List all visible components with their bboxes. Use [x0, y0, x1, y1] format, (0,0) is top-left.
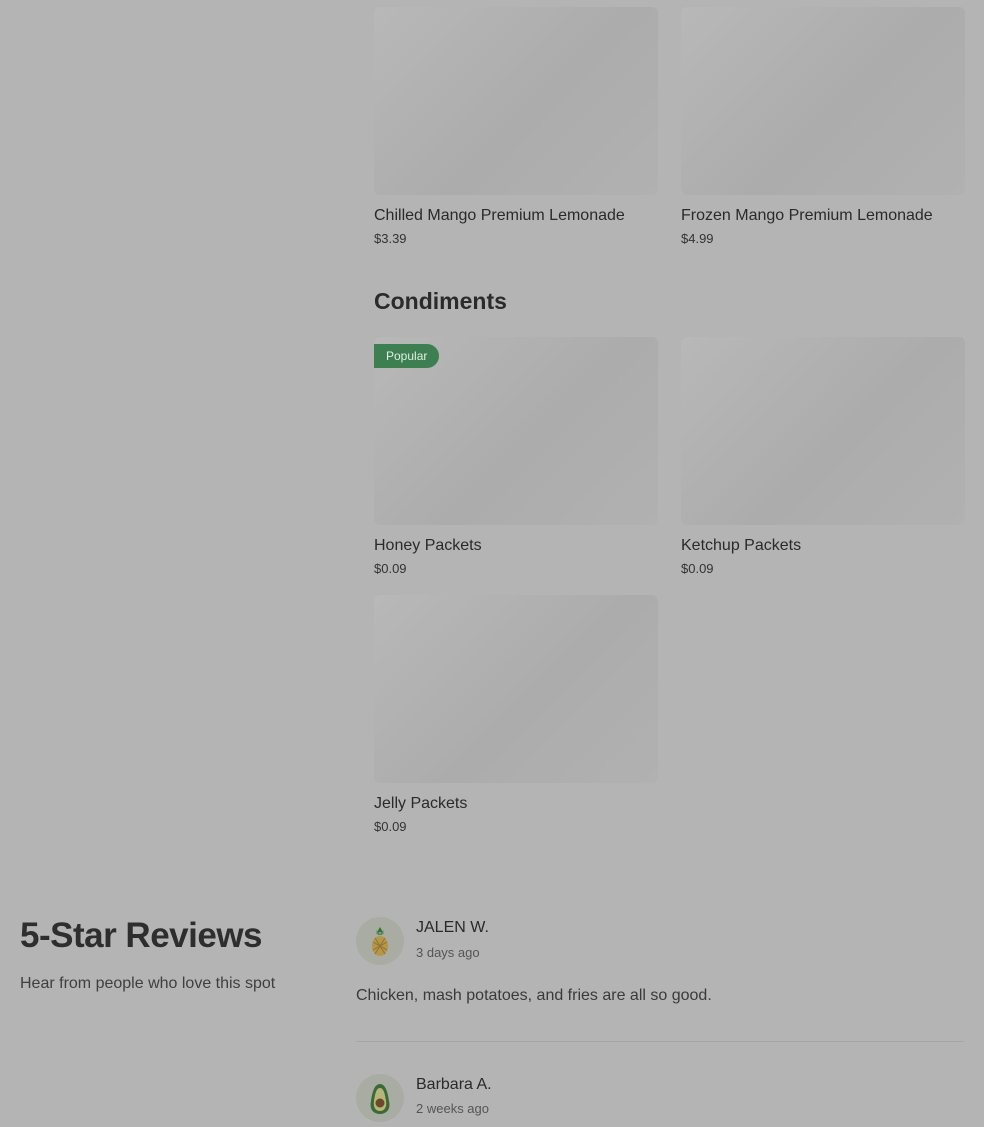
divider [356, 1041, 964, 1042]
menu-item-card[interactable]: Frozen Mango Premium Lemonade $4.99 [681, 7, 965, 246]
menu-item-card[interactable]: Ketchup Packets $0.09 [681, 337, 965, 576]
menu-item-card[interactable]: Jelly Packets $0.09 [374, 595, 658, 834]
item-image[interactable] [681, 337, 965, 525]
review-text: Chicken, mash potatoes, and fries are al… [356, 987, 712, 1004]
avatar [356, 1074, 404, 1122]
avatar [356, 917, 404, 965]
pineapple-icon [372, 927, 388, 956]
reviews-subtitle: Hear from people who love this spot [20, 975, 276, 992]
item-name: Chilled Mango Premium Lemonade [374, 207, 625, 224]
avocado-icon [370, 1084, 390, 1114]
item-image[interactable] [374, 595, 658, 783]
review-time: 3 days ago [416, 945, 480, 960]
reviewer-name: Barbara A. [416, 1076, 492, 1093]
item-image[interactable]: Popular [374, 337, 658, 525]
item-price: $0.09 [681, 561, 714, 576]
item-image[interactable] [374, 7, 658, 195]
item-price: $0.09 [374, 819, 407, 834]
section-title-condiments: Condiments [374, 288, 507, 314]
item-image[interactable] [681, 7, 965, 195]
reviews-title: 5-Star Reviews [20, 916, 263, 955]
menu-item-card[interactable]: Chilled Mango Premium Lemonade $3.39 [374, 7, 658, 246]
item-name: Frozen Mango Premium Lemonade [681, 207, 933, 224]
item-name: Jelly Packets [374, 795, 468, 812]
item-name: Honey Packets [374, 537, 482, 554]
item-price: $0.09 [374, 561, 407, 576]
popular-badge: Popular [374, 344, 440, 368]
menu-item-card[interactable]: Popular Honey Packets $0.09 [374, 337, 658, 576]
item-name: Ketchup Packets [681, 537, 802, 554]
reviewer-name: JALEN W. [416, 919, 489, 936]
item-price: $3.39 [374, 231, 407, 246]
review-time: 2 weeks ago [416, 1101, 489, 1116]
item-price: $4.99 [681, 231, 714, 246]
